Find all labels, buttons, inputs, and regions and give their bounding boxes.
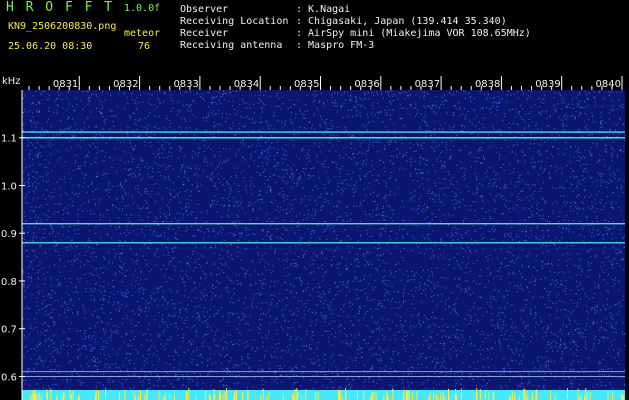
info-label-receiver: Receiver xyxy=(180,28,229,39)
x-tick-label: 0834 xyxy=(234,79,259,90)
meteor-label: meteor xyxy=(124,28,161,39)
x-tick-label: 0835 xyxy=(294,79,319,90)
spectrogram-panel: kHz 1.1 1.0 0.9 0.8 0.7 0.6 0831 0832 0833 0834 083… xyxy=(0,76,629,400)
spectrogram-chart: kHz 1.1 1.0 0.9 0.8 0.7 0.6 0831 0832 0833 0834 083… xyxy=(1,76,627,400)
x-tick-label: 0833 xyxy=(173,79,198,90)
bottom-band xyxy=(22,390,625,400)
meteor-count: 76 xyxy=(138,41,151,52)
y-tick-label: 1.1 xyxy=(1,134,17,145)
app-name: H R O F F T xyxy=(6,0,115,15)
date-time: 25.06.20 08:30 xyxy=(8,41,93,52)
y-tick-label: 1.0 xyxy=(1,181,17,192)
x-tick-label: 0840 xyxy=(596,79,621,90)
y-axis-label: kHz xyxy=(2,76,21,87)
info-value-location: : Chigasaki, Japan (139.414 35.340) xyxy=(296,16,507,27)
y-tick-label: 0.7 xyxy=(1,325,17,336)
y-tick-label: 0.6 xyxy=(1,372,17,383)
info-label-location: Receiving Location xyxy=(180,16,289,27)
y-tick-label: 0.8 xyxy=(1,277,17,288)
info-value-observer: : K.Nagai xyxy=(296,4,351,15)
info-value-receiver: : AirSpy mini (Miakejima VOR 108.65MHz) xyxy=(296,28,531,39)
spectrogram-background xyxy=(22,90,625,400)
file-name: KN9_2506200830.png xyxy=(8,21,117,32)
y-tick-label: 0.9 xyxy=(1,229,17,240)
x-tick-label: 0839 xyxy=(535,79,560,90)
app-version: 1.0.0f xyxy=(124,3,161,14)
x-tick-label: 0831 xyxy=(53,79,78,90)
x-tick-label: 0837 xyxy=(415,79,440,90)
x-tick-label: 0836 xyxy=(354,79,379,90)
info-label-observer: Observer xyxy=(180,4,229,15)
x-tick-label: 0832 xyxy=(113,79,138,90)
info-label-antenna: Receiving antenna xyxy=(180,40,283,51)
x-tick-label: 0838 xyxy=(475,79,500,90)
info-value-antenna: : Maspro FM-3 xyxy=(296,40,375,51)
header-panel: H R O F F T 1.0.0f KN9_2506200830.png me… xyxy=(0,0,629,76)
